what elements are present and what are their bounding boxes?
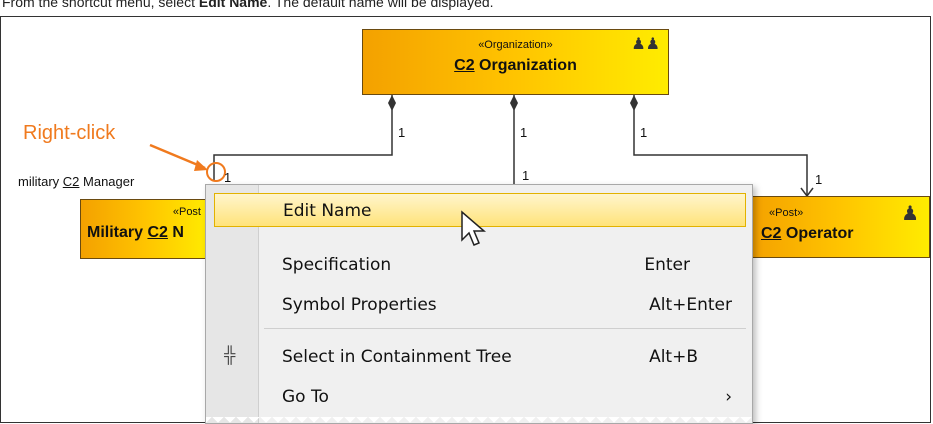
menu-item-label: Select in Containment Tree [282,347,512,367]
menu-item-go-to[interactable]: Go To › [206,379,752,415]
association-line-left [213,95,393,180]
name-prefix: Military [87,224,148,241]
composition-diamond-left [388,95,396,111]
menu-item-shortcut: Alt+B [649,347,698,367]
annotation-arrowhead [194,160,208,171]
name-rest: Operator [781,225,854,242]
military-c2-manager-node[interactable]: «Post Military C2 N [80,199,210,259]
menu-item-label: Specification [282,255,392,275]
submenu-chevron-icon: › [725,387,732,407]
composition-diamond-right [630,95,638,111]
menu-item-select-in-containment-tree[interactable]: ╬ Select in Containment Tree Alt+B [206,339,752,375]
name-c2: C2 [454,57,475,74]
organization-icon: ♟♟ [631,36,660,53]
mouse-cursor-icon [461,210,487,246]
menu-torn-edge [206,413,752,423]
menu-item-specification[interactable]: Specification Enter [206,247,752,283]
node-name: Military C2 N [81,224,209,242]
menu-item-label: Edit Name [283,201,372,221]
menu-separator [264,328,746,329]
node-name: C2 Operator [751,225,929,243]
c2-operator-node[interactable]: «Post» C2 Operator ♟ [750,196,930,258]
multiplicity-label: 1 [640,125,648,140]
right-click-annotation: Right-click [23,122,116,144]
right-click-circle [206,162,226,182]
node-name: C2 Organization [363,57,668,75]
node-stereotype: «Organization» [478,39,553,51]
multiplicity-label: 1 [522,168,530,183]
multiplicity-label: 1 [520,125,528,140]
menu-item-shortcut: Enter [644,255,690,275]
role-prefix: military [18,174,63,189]
multiplicity-label: 1 [815,172,823,187]
menu-item-shortcut: Alt+Enter [649,295,732,315]
name-rest: Organization [474,57,577,74]
association-line-right [633,95,808,195]
name-c2: C2 [761,225,782,242]
role-rest: Manager [79,174,135,189]
name-c2: C2 [147,224,168,241]
containment-tree-icon: ╬ [224,347,236,364]
post-icon: ♟ [901,203,919,225]
name-rest: N [167,224,184,241]
node-stereotype: «Post [172,206,201,218]
multiplicity-label: 1 [398,125,406,140]
composition-diamond-middle [510,95,518,111]
role-c2: C2 [62,174,80,189]
c2-organization-node[interactable]: «Organization» C2 Organization ♟♟ [362,29,669,95]
multiplicity-label: 1 [224,170,232,185]
menu-item-label: Go To [282,387,329,407]
role-label[interactable]: military C2 Manager [18,174,134,189]
menu-item-label: Symbol Properties [282,295,437,315]
menu-item-symbol-properties[interactable]: Symbol Properties Alt+Enter [206,287,752,323]
